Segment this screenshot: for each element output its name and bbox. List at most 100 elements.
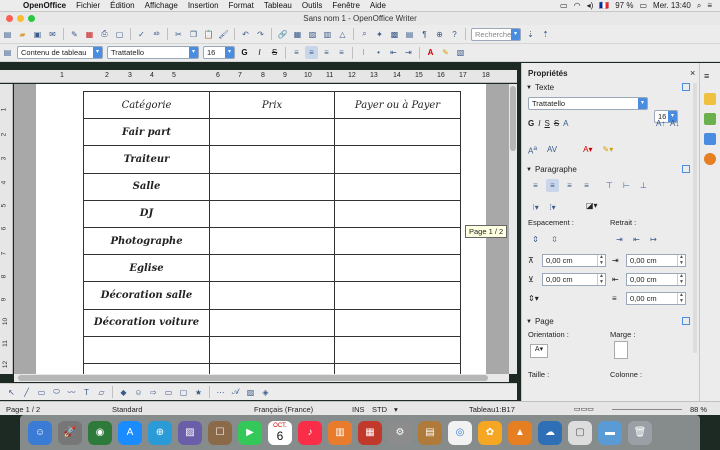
photobooth-icon[interactable]: ▦ [358,420,382,445]
indent-after-field[interactable]: 0,00 cm ▲ ▼ [626,273,686,286]
basic-shapes-icon[interactable]: ◆ [117,386,130,399]
horizontal-ruler[interactable]: 1 2 3 4 5 6 7 8 9 10 11 12 13 14 15 16 1… [0,70,517,83]
search-input[interactable]: Rechercher ▾ [471,27,521,41]
nonprinting-chars-icon[interactable]: ¶ [418,28,431,41]
datasources-icon[interactable]: ▤ [403,28,416,41]
grow-font-icon[interactable]: A↑ [656,119,665,128]
airplay-icon[interactable]: ▭ [560,1,568,10]
highlight-icon[interactable]: ✎▾ [602,145,613,156]
vertical-scrollbar[interactable] [509,84,517,374]
bullets-icon[interactable]: ⁝▾ [529,201,542,214]
stars-icon[interactable]: ★ [192,386,205,399]
styles-formatting-icon[interactable]: ▤ [1,46,14,59]
chart-icon[interactable]: ▥ [321,28,334,41]
price-cell[interactable] [209,145,335,174]
category-cell[interactable]: Décoration salle [83,281,210,310]
shrink-font-icon[interactable]: A↓ [670,119,679,128]
facetime-icon[interactable]: ▶ [238,420,262,445]
downloads-icon[interactable]: ▬ [598,420,622,445]
spin-arrows-icon[interactable]: ▲ ▼ [677,273,685,285]
close-sidebar-icon[interactable]: × [690,68,695,78]
find-previous-icon[interactable]: ⇡ [539,28,552,41]
status-language[interactable]: Français (France) [254,405,313,414]
status-style[interactable]: Standard [112,405,142,414]
font-color-icon[interactable]: A▾ [583,145,592,156]
freeform-icon[interactable]: 〰 [65,386,78,399]
system-prefs-icon[interactable]: ⚙ [388,420,412,445]
clone-format-icon[interactable]: 🖌 [217,28,230,41]
hanging-indent-icon[interactable]: ↦ [647,233,660,246]
select-arrow-icon[interactable]: ↖ [5,386,18,399]
menu-insertion[interactable]: Insertion [183,1,224,10]
callout-icon[interactable]: ▱ [95,386,108,399]
chevron-down-icon[interactable]: ▾ [93,47,102,58]
dashboard-icon[interactable]: ◉ [88,420,112,445]
background-color-icon[interactable]: ▧ [454,46,467,59]
books-icon[interactable]: ▥ [328,420,352,445]
paragraph-style-select[interactable]: Contenu de tableau ▾ [17,46,103,59]
document-icon[interactable]: ▢ [568,420,592,445]
price-cell[interactable] [209,172,335,201]
paid-cell[interactable] [334,362,461,374]
section-text-header[interactable]: ▼ Texte [526,83,554,92]
status-selection-mode[interactable]: STD [372,405,387,414]
paid-cell[interactable] [334,199,461,228]
table-icon[interactable]: ▦ [291,28,304,41]
sidebar-font-select[interactable]: Trattatello ▾ [528,97,648,110]
orientation-select[interactable]: A▾ [530,344,548,358]
align-center-icon[interactable]: ≡ [546,179,559,192]
bullets-icon[interactable]: • [372,46,385,59]
trash-icon[interactable]: 🗑 [628,420,652,445]
category-cell[interactable]: Fair part [83,118,210,147]
image-icon[interactable]: ▨ [306,28,319,41]
documents-icon[interactable]: ▤ [418,420,442,445]
menu-affichage[interactable]: Affichage [140,1,183,10]
justify-icon[interactable]: ≡ [335,46,348,59]
menu-outils[interactable]: Outils [297,1,327,10]
bold-button[interactable]: G [238,46,251,59]
draw-functions-icon[interactable]: △ [336,28,349,41]
margin-select[interactable] [614,341,628,359]
paid-cell[interactable] [334,145,461,174]
navigator-icon[interactable]: ✦ [373,28,386,41]
superscript-icon[interactable]: Aa [528,145,537,156]
align-left-icon[interactable]: ≡ [290,46,303,59]
flag-icon[interactable]: 🇫🇷 [599,1,609,10]
price-cell[interactable] [209,335,335,364]
sidebar-scrollbar[interactable] [693,83,697,353]
chevron-down-icon[interactable]: ▾ [638,98,647,109]
category-cell[interactable] [83,335,210,364]
chrome-icon[interactable]: ◎ [448,420,472,445]
category-cell[interactable]: Traiteur [83,145,210,174]
status-page[interactable]: Page 1 / 2 [6,405,40,414]
gallery-icon[interactable] [704,133,716,145]
align-bottom-icon[interactable]: ⊥ [637,179,650,192]
text-icon[interactable]: T [80,386,93,399]
paid-cell[interactable] [334,335,461,364]
copy-icon[interactable]: ❐ [187,28,200,41]
properties-icon[interactable] [704,93,716,105]
undo-icon[interactable]: ↶ [239,28,252,41]
price-cell[interactable] [209,254,335,283]
price-cell[interactable] [209,362,335,374]
decrease-indent-icon[interactable]: ⇤ [387,46,400,59]
find-next-icon[interactable]: ⇣ [524,28,537,41]
font-size-select[interactable]: 16 ▾ [203,46,235,59]
align-right-icon[interactable]: ≡ [563,179,576,192]
spin-arrows-icon[interactable]: ▲ ▼ [677,254,685,266]
flowchart-icon[interactable]: ▭ [162,386,175,399]
block-arrows-icon[interactable]: ⇨ [147,386,160,399]
numbering-icon[interactable]: ⁞▾ [546,201,559,214]
line-spacing-icon[interactable]: ⇕▾ [528,294,539,303]
autospell-icon[interactable]: ᵃᵇ [150,28,163,41]
menu-fenetre[interactable]: Fenêtre [327,1,365,10]
paid-cell[interactable] [334,172,461,201]
line-icon[interactable]: ╱ [20,386,33,399]
minimize-window-icon[interactable] [17,15,24,22]
bold-button[interactable]: G [528,119,534,128]
space-above-field[interactable]: 0,00 cm ▲ ▼ [542,254,606,267]
price-cell[interactable] [209,118,335,147]
scroll-thumb[interactable] [18,375,488,381]
hyperlink-icon[interactable]: 🔗 [276,28,289,41]
calendar-icon[interactable]: OCT. 6 [268,420,292,445]
